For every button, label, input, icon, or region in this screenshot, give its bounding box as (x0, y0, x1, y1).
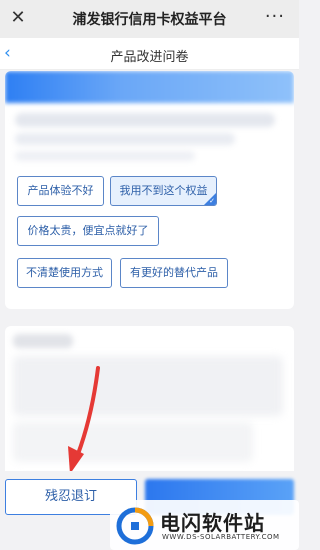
option-not-needed[interactable]: 我用不到这个权益 ✓ (110, 176, 217, 206)
watermark: 电闪软件站 WWW.DS-SOLARBATTERY.COM (110, 500, 299, 550)
blurred-question-text (15, 113, 275, 127)
check-icon: ✓ (209, 197, 215, 205)
watermark-text: 电闪软件站 (160, 511, 265, 535)
blurred-question-text (15, 133, 235, 145)
option-label: 我用不到这个权益 (119, 184, 208, 197)
more-icon[interactable]: ··· (265, 7, 285, 27)
option-unclear-usage[interactable]: 不清楚使用方式 (17, 258, 112, 288)
watermark-logo-icon (116, 507, 154, 545)
watermark-url: WWW.DS-SOLARBATTERY.COM (162, 533, 280, 541)
option-product-experience[interactable]: 产品体验不好 (17, 176, 104, 206)
page-navbar: ‹ 产品改进问卷 (0, 38, 299, 70)
option-too-expensive[interactable]: 价格太贵，便宜点就好了 (17, 216, 159, 246)
app-titlebar: ✕ 浦发银行信用卡权益平台 ··· (0, 0, 299, 38)
red-arrow-annotation (68, 366, 100, 474)
question-card: 产品体验不好 我用不到这个权益 ✓ 价格太贵，便宜点就好了 不清楚使用方式 有更… (5, 71, 294, 309)
blurred-textarea (13, 356, 283, 416)
app-title: 浦发银行信用卡权益平台 (72, 12, 227, 28)
page-title: 产品改进问卷 (110, 50, 189, 65)
blurred-banner (5, 71, 294, 103)
blurred-heading (13, 334, 73, 348)
option-better-alternative[interactable]: 有更好的替代产品 (120, 258, 228, 288)
blurred-text (13, 422, 253, 462)
blurred-question-text (15, 151, 195, 161)
